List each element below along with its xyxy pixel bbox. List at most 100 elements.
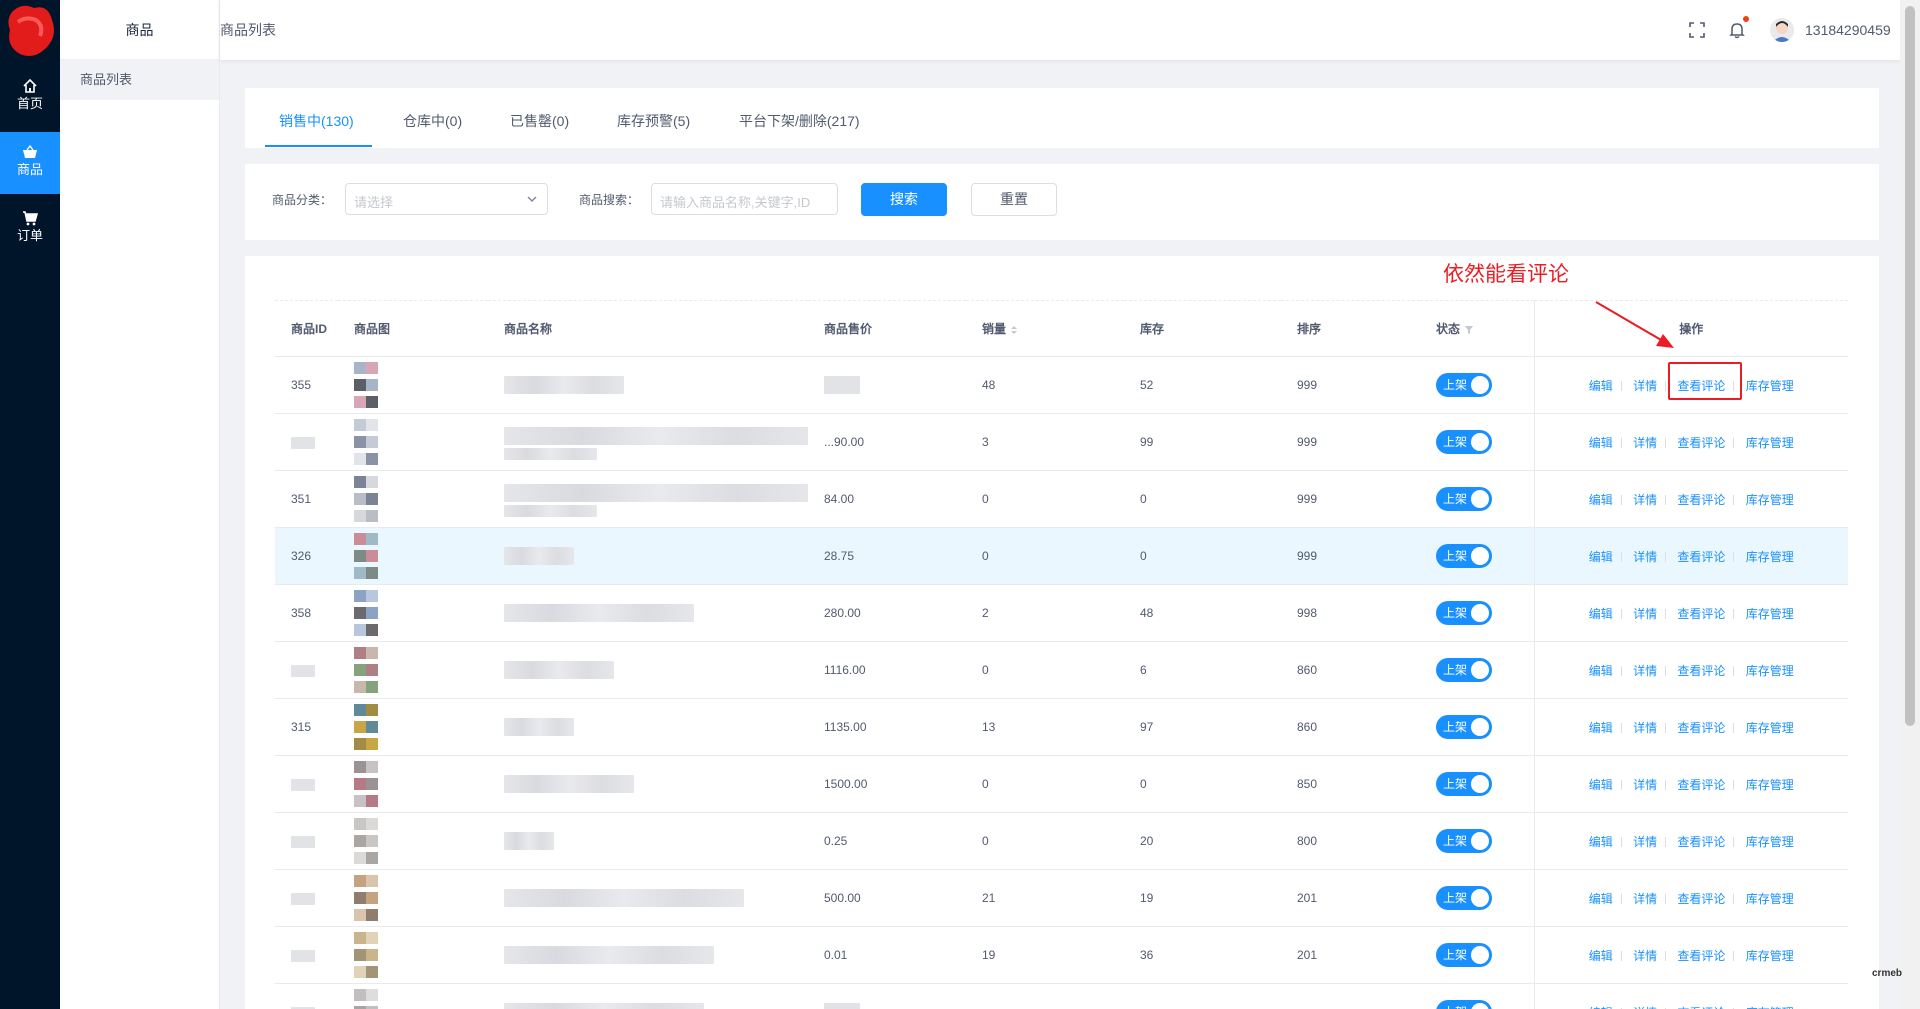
stock-manage-link[interactable]: 库存管理 [1746, 664, 1794, 678]
stock-manage-link[interactable]: 库存管理 [1746, 721, 1794, 735]
col-sales[interactable]: 销量 [966, 300, 1124, 357]
edit-link[interactable]: 编辑 [1589, 379, 1613, 393]
col-status[interactable]: 状态 [1420, 300, 1534, 357]
edit-link[interactable]: 编辑 [1589, 778, 1613, 792]
goods-thumbnail[interactable] [354, 647, 390, 693]
detail-link[interactable]: 详情 [1633, 379, 1657, 393]
switch-knob [1471, 661, 1489, 679]
goods-thumbnail[interactable] [354, 875, 390, 921]
goods-thumbnail[interactable] [354, 590, 390, 636]
status-switch[interactable]: 上架 [1436, 658, 1492, 682]
stock-manage-link[interactable]: 库存管理 [1746, 949, 1794, 963]
view-reviews-link[interactable]: 查看评论 [1677, 607, 1725, 621]
view-reviews-link[interactable]: 查看评论 [1677, 721, 1725, 735]
stock-manage-link[interactable]: 库存管理 [1746, 607, 1794, 621]
goods-thumbnail[interactable] [354, 818, 390, 864]
goods-thumbnail[interactable] [354, 761, 390, 807]
search-input[interactable]: 请输入商品名称,关键字,ID [651, 183, 838, 215]
status-switch[interactable]: 上架 [1436, 373, 1492, 397]
goods-id: 355 [291, 378, 312, 392]
status-switch[interactable]: 上架 [1436, 943, 1492, 967]
search-button[interactable]: 搜索 [861, 183, 947, 216]
view-reviews-link[interactable]: 查看评论 [1677, 778, 1725, 792]
fullscreen-icon[interactable] [1688, 21, 1706, 39]
detail-link[interactable]: 详情 [1633, 550, 1657, 564]
detail-link[interactable]: 详情 [1633, 721, 1657, 735]
edit-link[interactable]: 编辑 [1589, 835, 1613, 849]
goods-thumbnail[interactable] [354, 362, 390, 408]
sub-sidebar-title: 商品 [60, 0, 219, 60]
rail-item-goods[interactable]: 商品 [0, 132, 60, 194]
scrollbar-thumb[interactable] [1905, 6, 1915, 726]
tab-sold-out[interactable]: 已售罄(0) [510, 88, 569, 148]
goods-thumbnail[interactable] [354, 476, 390, 522]
stock-manage-link[interactable]: 库存管理 [1746, 493, 1794, 507]
filter-icon[interactable] [1464, 325, 1474, 335]
status-switch[interactable]: 上架 [1436, 487, 1492, 511]
basket-icon [23, 144, 37, 158]
page-scrollbar[interactable] [1900, 0, 1920, 1009]
view-reviews-link[interactable]: 查看评论 [1677, 379, 1725, 393]
detail-link[interactable]: 详情 [1633, 892, 1657, 906]
goods-thumbnail[interactable] [354, 704, 390, 750]
view-reviews-link[interactable]: 查看评论 [1677, 550, 1725, 564]
detail-link[interactable]: 详情 [1633, 436, 1657, 450]
rail-item-home[interactable]: 首页 [0, 66, 60, 128]
edit-link[interactable]: 编辑 [1589, 493, 1613, 507]
view-reviews-link[interactable]: 查看评论 [1677, 493, 1725, 507]
stock-manage-link[interactable]: 库存管理 [1746, 892, 1794, 906]
status-switch[interactable]: 上架 [1436, 1000, 1492, 1009]
edit-link[interactable]: 编辑 [1589, 436, 1613, 450]
tab-on-sale[interactable]: 销售中(130) [279, 88, 354, 148]
avatar[interactable] [1770, 18, 1794, 42]
detail-link[interactable]: 详情 [1633, 1006, 1657, 1009]
goods-thumbnail[interactable] [354, 533, 390, 579]
cell-ops: 编辑 详情 查看评论 库存管理 [1533, 869, 1848, 927]
detail-link[interactable]: 详情 [1633, 664, 1657, 678]
sort-icon[interactable] [1010, 325, 1018, 335]
edit-link[interactable]: 编辑 [1589, 721, 1613, 735]
view-reviews-link[interactable]: 查看评论 [1677, 835, 1725, 849]
view-reviews-link[interactable]: 查看评论 [1677, 1006, 1725, 1009]
detail-link[interactable]: 详情 [1633, 493, 1657, 507]
sidebar-item-goods-list[interactable]: 商品列表 [60, 60, 219, 100]
detail-link[interactable]: 详情 [1633, 778, 1657, 792]
goods-thumbnail[interactable] [354, 419, 390, 465]
edit-link[interactable]: 编辑 [1589, 664, 1613, 678]
view-reviews-link[interactable]: 查看评论 [1677, 436, 1725, 450]
username[interactable]: 13184290459 [1805, 0, 1891, 60]
status-switch[interactable]: 上架 [1436, 772, 1492, 796]
stock-manage-link[interactable]: 库存管理 [1746, 778, 1794, 792]
detail-link[interactable]: 详情 [1633, 949, 1657, 963]
goods-thumbnail[interactable] [354, 932, 390, 978]
status-switch[interactable]: 上架 [1436, 544, 1492, 568]
edit-link[interactable]: 编辑 [1589, 949, 1613, 963]
bell-icon[interactable] [1728, 21, 1746, 39]
tab-stock-warning[interactable]: 库存预警(5) [617, 88, 690, 148]
detail-link[interactable]: 详情 [1633, 607, 1657, 621]
reset-button[interactable]: 重置 [971, 183, 1057, 216]
status-switch[interactable]: 上架 [1436, 886, 1492, 910]
edit-link[interactable]: 编辑 [1589, 892, 1613, 906]
detail-link[interactable]: 详情 [1633, 835, 1657, 849]
goods-thumbnail[interactable] [354, 989, 390, 1009]
stock-manage-link[interactable]: 库存管理 [1746, 835, 1794, 849]
tab-removed[interactable]: 平台下架/删除(217) [739, 88, 860, 148]
tab-warehouse[interactable]: 仓库中(0) [403, 88, 462, 148]
rail-item-orders[interactable]: 订单 [0, 198, 60, 260]
stock-manage-link[interactable]: 库存管理 [1746, 1006, 1794, 1009]
status-switch[interactable]: 上架 [1436, 715, 1492, 739]
stock-manage-link[interactable]: 库存管理 [1746, 550, 1794, 564]
edit-link[interactable]: 编辑 [1589, 550, 1613, 564]
stock-manage-link[interactable]: 库存管理 [1746, 436, 1794, 450]
view-reviews-link[interactable]: 查看评论 [1677, 892, 1725, 906]
status-switch[interactable]: 上架 [1436, 601, 1492, 625]
edit-link[interactable]: 编辑 [1589, 1006, 1613, 1009]
stock-manage-link[interactable]: 库存管理 [1746, 379, 1794, 393]
category-select[interactable]: 请选择 [345, 183, 548, 215]
status-switch[interactable]: 上架 [1436, 829, 1492, 853]
status-switch[interactable]: 上架 [1436, 430, 1492, 454]
edit-link[interactable]: 编辑 [1589, 607, 1613, 621]
view-reviews-link[interactable]: 查看评论 [1677, 664, 1725, 678]
view-reviews-link[interactable]: 查看评论 [1677, 949, 1725, 963]
